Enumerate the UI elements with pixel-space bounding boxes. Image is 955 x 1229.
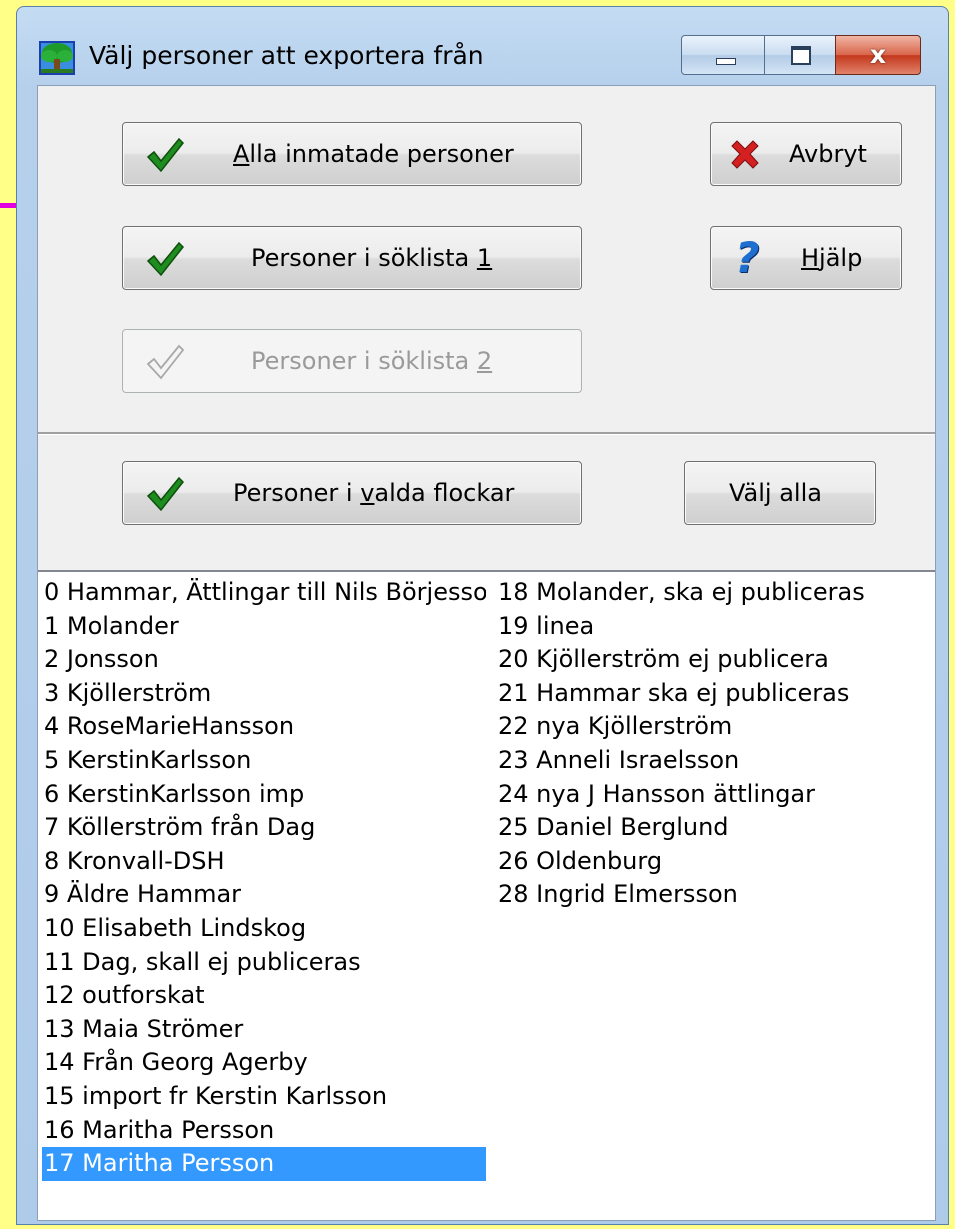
list-item[interactable]: 22 nya Kjöllerström — [496, 710, 926, 744]
list-item[interactable]: 24 nya J Hansson ättlingar — [496, 778, 926, 812]
list-item[interactable]: 8 Kronvall-DSH — [42, 845, 486, 879]
list-item[interactable]: 15 import fr Kerstin Karlsson — [42, 1080, 486, 1114]
all-persons-button[interactable]: Alla inmatade personer — [122, 122, 582, 186]
tree-app-icon — [39, 41, 75, 75]
x-icon — [731, 140, 759, 169]
list-item[interactable]: 10 Elisabeth Lindskog — [42, 912, 486, 946]
list-item[interactable]: 7 Köllerström från Dag — [42, 811, 486, 845]
cancel-button[interactable]: Avbryt — [710, 122, 902, 186]
check-icon — [146, 241, 185, 277]
list-item[interactable]: 13 Maia Strömer — [42, 1013, 486, 1047]
select-all-button[interactable]: Välj alla — [684, 461, 876, 525]
export-source-panel: Alla inmatade personer Personer i söklis… — [38, 86, 935, 434]
list-item[interactable]: 17 Maritha Persson — [42, 1147, 486, 1181]
check-icon — [146, 344, 185, 380]
help-label: Hjälp — [801, 244, 863, 272]
search-list-2-button[interactable]: Personer i söklista 2 — [122, 329, 582, 393]
maximize-icon — [791, 46, 811, 65]
list-item[interactable]: 6 KerstinKarlsson imp — [42, 778, 486, 812]
search-list-1-label: Personer i söklista 1 — [251, 244, 493, 272]
list-item[interactable]: 2 Jonsson — [42, 643, 486, 677]
title-bar[interactable]: Välj personer att exportera från x — [17, 7, 948, 85]
list-item[interactable]: 23 Anneli Israelsson — [496, 744, 926, 778]
list-item[interactable]: 18 Molander, ska ej publiceras — [496, 576, 926, 610]
selected-flocks-button[interactable]: Personer i valda flockar — [122, 461, 582, 525]
minimize-icon — [716, 58, 736, 65]
list-item[interactable]: 12 outforskat — [42, 979, 486, 1013]
maximize-button[interactable] — [764, 35, 836, 75]
list-item[interactable]: 9 Äldre Hammar — [42, 878, 486, 912]
all-persons-label: Alla inmatade personer — [233, 140, 514, 168]
help-button[interactable]: ? Hjälp — [710, 226, 902, 290]
list-item[interactable]: 26 Oldenburg — [496, 845, 926, 879]
dialog-client-area: Alla inmatade personer Personer i söklis… — [37, 85, 936, 1221]
list-item[interactable]: 16 Maritha Persson — [42, 1114, 486, 1148]
flock-list-column-2: 18 Molander, ska ej publiceras 19 linea 20… — [496, 576, 926, 912]
list-item[interactable]: 20 Kjöllerström ej publicera — [496, 643, 926, 677]
list-item[interactable]: 19 linea — [496, 610, 926, 644]
check-icon — [146, 476, 185, 512]
question-icon: ? — [735, 233, 760, 282]
list-item[interactable]: 28 Ingrid Elmersson — [496, 878, 926, 912]
flock-listbox[interactable]: 0 Hammar, Ättlingar till Nils Börjesso 1 … — [38, 570, 935, 1220]
selected-flocks-label: Personer i valda flockar — [233, 479, 515, 507]
close-button[interactable]: x — [835, 35, 921, 75]
select-all-label: Välj alla — [729, 479, 822, 507]
list-item[interactable]: 0 Hammar, Ättlingar till Nils Börjesso — [42, 576, 486, 610]
list-item[interactable]: 11 Dag, skall ej publiceras — [42, 946, 486, 980]
flock-panel: Personer i valda flockar Välj alla — [38, 434, 935, 571]
search-list-2-label: Personer i söklista 2 — [251, 347, 493, 375]
list-item[interactable]: 1 Molander — [42, 610, 486, 644]
window-title: Välj personer att exportera från — [89, 41, 484, 70]
minimize-button[interactable] — [681, 35, 765, 75]
list-item[interactable]: 21 Hammar ska ej publiceras — [496, 677, 926, 711]
flock-list-column-1: 0 Hammar, Ättlingar till Nils Börjesso 1 … — [42, 576, 486, 1181]
close-icon: x — [869, 40, 887, 69]
list-item[interactable]: 4 RoseMarieHansson — [42, 710, 486, 744]
list-item[interactable]: 14 Från Georg Agerby — [42, 1046, 486, 1080]
export-dialog-window: Välj personer att exportera från x Alla … — [16, 6, 949, 1225]
check-icon — [146, 137, 185, 173]
list-item[interactable]: 5 KerstinKarlsson — [42, 744, 486, 778]
list-item[interactable]: 25 Daniel Berglund — [496, 811, 926, 845]
search-list-1-button[interactable]: Personer i söklista 1 — [122, 226, 582, 290]
cancel-label: Avbryt — [789, 140, 867, 168]
list-item[interactable]: 3 Kjöllerström — [42, 677, 486, 711]
